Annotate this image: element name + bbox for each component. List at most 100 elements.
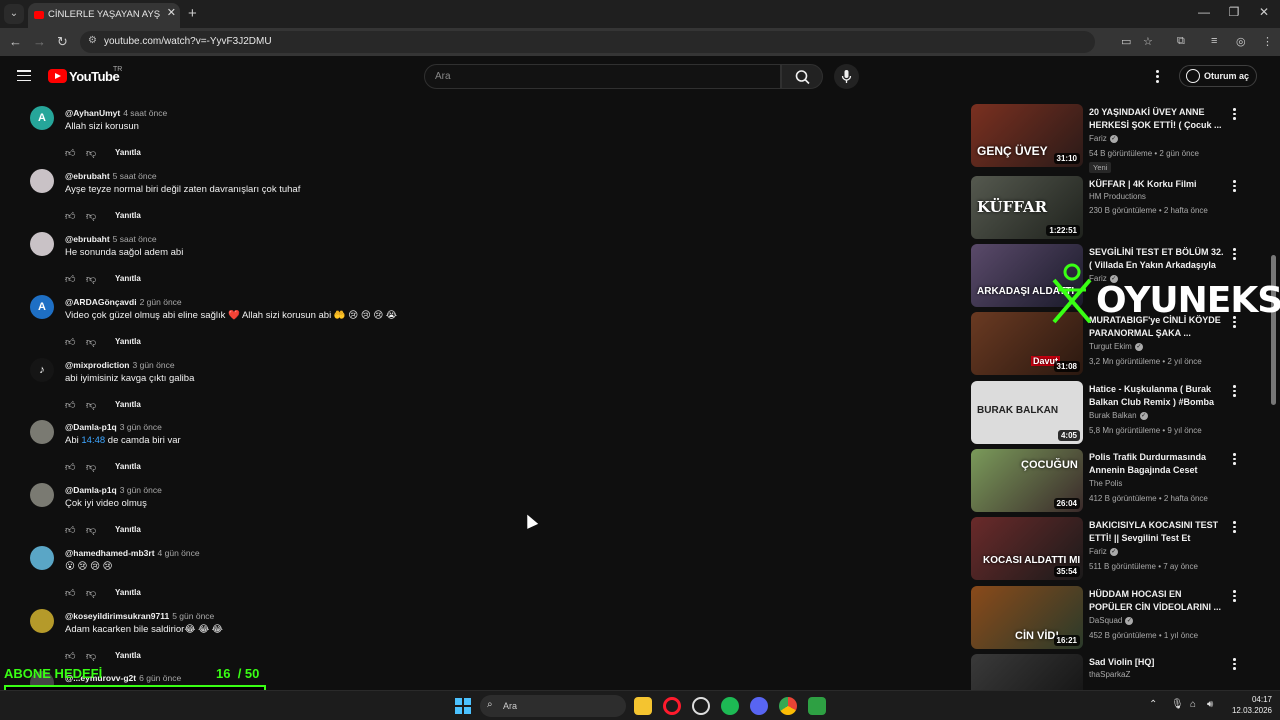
reply-button[interactable]: Yanıtla bbox=[115, 462, 141, 471]
video-menu-icon[interactable] bbox=[1233, 385, 1236, 399]
video-menu-icon[interactable] bbox=[1233, 658, 1236, 672]
channel-name[interactable]: The Polis bbox=[1089, 479, 1122, 488]
video-title[interactable]: Hatice - Kuşkulanma ( Burak Balkan Club … bbox=[1089, 383, 1225, 409]
close-tab-icon[interactable]: ✕ bbox=[167, 6, 176, 19]
comment-author[interactable]: @Damla-p1q 3 gün önce bbox=[65, 422, 162, 432]
browser-tab[interactable]: CİNLERLE YAŞAYAN AYŞE TEYZE ✕ bbox=[28, 3, 180, 28]
dislike-icon[interactable]: 👎︎ bbox=[86, 336, 96, 348]
avatar[interactable]: ♪ bbox=[30, 358, 54, 382]
profile-icon[interactable]: ◎ bbox=[1236, 35, 1246, 48]
reply-button[interactable]: Yanıtla bbox=[115, 148, 141, 157]
video-title[interactable]: KÜFFAR | 4K Korku Filmi bbox=[1089, 178, 1225, 191]
reply-button[interactable]: Yanıtla bbox=[115, 651, 141, 660]
comment-time[interactable]: 2 gün önce bbox=[140, 297, 182, 307]
avatar[interactable] bbox=[30, 232, 54, 256]
channel-name[interactable]: Fariz ✓ bbox=[1089, 547, 1118, 556]
taskbar-clock[interactable]: 04:17 12.03.2026 bbox=[1222, 694, 1272, 716]
bookmark-star-icon[interactable]: ☆ bbox=[1143, 35, 1153, 48]
like-icon[interactable]: 👍︎ bbox=[65, 273, 75, 285]
channel-name[interactable]: HM Productions bbox=[1089, 192, 1146, 201]
video-thumbnail[interactable]: ÇOCUĞUN 26:04 bbox=[971, 449, 1083, 512]
avatar[interactable] bbox=[30, 483, 54, 507]
video-thumbnail[interactable]: BURAK BALKAN 4:05 bbox=[971, 381, 1083, 444]
comment-time[interactable]: 3 gün önce bbox=[120, 422, 162, 432]
signin-button[interactable]: Oturum aç bbox=[1179, 65, 1257, 87]
video-thumbnail[interactable]: KÜFFAR 1:22:51 bbox=[971, 176, 1083, 239]
forward-icon[interactable]: → bbox=[33, 34, 46, 49]
new-tab-icon[interactable]: + bbox=[188, 5, 197, 22]
opera-icon[interactable] bbox=[663, 697, 681, 715]
reply-button[interactable]: Yanıtla bbox=[115, 211, 141, 220]
window-close-icon[interactable]: ✕ bbox=[1249, 5, 1279, 19]
extensions-icon[interactable]: ⧉ bbox=[1177, 35, 1185, 48]
volume-icon[interactable]: 🔊︎ bbox=[1207, 699, 1213, 710]
reload-icon[interactable]: ↻ bbox=[57, 34, 68, 50]
like-icon[interactable]: 👍︎ bbox=[65, 650, 75, 662]
video-thumbnail[interactable]: KOCASI ALDATTI MI 35:54 bbox=[971, 517, 1083, 580]
reply-button[interactable]: Yanıtla bbox=[115, 337, 141, 346]
video-thumbnail[interactable]: GENÇ ÜVEY 31:10 bbox=[971, 104, 1083, 167]
page-scrollbar[interactable] bbox=[1270, 60, 1278, 690]
comment-author[interactable]: @Damla-p1q 3 gün önce bbox=[65, 485, 162, 495]
microphone-icon[interactable]: 🎙︎ bbox=[1171, 699, 1184, 710]
video-title[interactable]: Sad Violin [HQ] bbox=[1089, 656, 1225, 669]
reply-button[interactable]: Yanıtla bbox=[115, 525, 141, 534]
media-icon[interactable]: ≡ bbox=[1211, 35, 1217, 47]
like-icon[interactable]: 👍︎ bbox=[65, 399, 75, 411]
dislike-icon[interactable]: 👎︎ bbox=[86, 273, 96, 285]
dislike-icon[interactable]: 👎︎ bbox=[86, 650, 96, 662]
chrome-icon[interactable] bbox=[779, 697, 797, 715]
address-bar[interactable]: ⚙ youtube.com/watch?v=-YyvF3J2DMU bbox=[80, 31, 1095, 53]
app-icon[interactable] bbox=[808, 697, 826, 715]
comment-author[interactable]: @ebrubaht 5 saat önce bbox=[65, 234, 157, 244]
file-explorer-icon[interactable] bbox=[634, 697, 652, 715]
video-menu-icon[interactable] bbox=[1233, 108, 1236, 122]
menu-icon[interactable] bbox=[17, 70, 31, 82]
dislike-icon[interactable]: 👎︎ bbox=[86, 524, 96, 536]
comment-author[interactable]: @ARDAGönçavdi 2 gün önce bbox=[65, 297, 182, 307]
video-menu-icon[interactable] bbox=[1233, 453, 1236, 467]
minimize-icon[interactable]: — bbox=[1189, 5, 1219, 19]
recommended-video[interactable]: ÇOCUĞUN 26:04 Polis Trafik Durdurmasında… bbox=[971, 449, 1251, 512]
discord-icon[interactable] bbox=[750, 697, 768, 715]
like-icon[interactable]: 👍︎ bbox=[65, 587, 75, 599]
comment-time[interactable]: 4 gün önce bbox=[158, 548, 200, 558]
comment-time[interactable]: 3 gün önce bbox=[133, 360, 175, 370]
site-info-icon[interactable]: ⚙ bbox=[88, 35, 97, 46]
voice-search-button[interactable] bbox=[834, 64, 859, 89]
spotify-icon[interactable] bbox=[721, 697, 739, 715]
like-icon[interactable]: 👍︎ bbox=[65, 461, 75, 473]
reply-button[interactable]: Yanıtla bbox=[115, 400, 141, 409]
comment-time[interactable]: 4 saat önce bbox=[123, 108, 167, 118]
avatar[interactable] bbox=[30, 420, 54, 444]
comment-author[interactable]: @ebrubaht 5 saat önce bbox=[65, 171, 157, 181]
dislike-icon[interactable]: 👎︎ bbox=[86, 461, 96, 473]
video-title[interactable]: 20 YAŞINDAKİ ÜVEY ANNE HERKESİ ŞOK ETTİ!… bbox=[1089, 106, 1225, 132]
avatar[interactable] bbox=[30, 169, 54, 193]
comment-author[interactable]: @mixprodiction 3 gün önce bbox=[65, 360, 175, 370]
avatar[interactable]: A bbox=[30, 295, 54, 319]
reply-button[interactable]: Yanıtla bbox=[115, 274, 141, 283]
video-menu-icon[interactable] bbox=[1233, 590, 1236, 604]
comment-author[interactable]: @hamedhamed-mb3rt 4 gün önce bbox=[65, 548, 200, 558]
tray-chevron-icon[interactable]: ⌃ bbox=[1149, 699, 1157, 710]
dislike-icon[interactable]: 👎︎ bbox=[86, 587, 96, 599]
comment-time[interactable]: 3 gün önce bbox=[120, 485, 162, 495]
channel-name[interactable]: Turgut Ekim ✓ bbox=[1089, 342, 1143, 351]
comment-time[interactable]: 5 saat önce bbox=[113, 171, 157, 181]
channel-name[interactable]: Burak Balkan ✓ bbox=[1089, 411, 1148, 420]
settings-more-icon[interactable] bbox=[1156, 70, 1160, 85]
avatar[interactable] bbox=[30, 609, 54, 633]
tab-search-button[interactable]: ⌄ bbox=[4, 4, 24, 24]
dislike-icon[interactable]: 👎︎ bbox=[86, 147, 96, 159]
taskbar-search[interactable]: ⌕ Ara bbox=[480, 695, 626, 717]
recommended-video[interactable]: KOCASI ALDATTI MI 35:54 BAKICISIYLA KOCA… bbox=[971, 517, 1251, 580]
comment-author[interactable]: @AyhanUmyt 4 saat önce bbox=[65, 108, 167, 118]
channel-name[interactable]: DaSquad ✓ bbox=[1089, 616, 1134, 625]
search-button[interactable] bbox=[781, 64, 823, 89]
youtube-logo-text[interactable]: YouTube bbox=[69, 69, 120, 84]
like-icon[interactable]: 👍︎ bbox=[65, 210, 75, 222]
dislike-icon[interactable]: 👎︎ bbox=[86, 210, 96, 222]
channel-name[interactable]: Fariz ✓ bbox=[1089, 134, 1118, 143]
comment-author[interactable]: @koseyildirimsukran9711 5 gün önce bbox=[65, 611, 214, 621]
